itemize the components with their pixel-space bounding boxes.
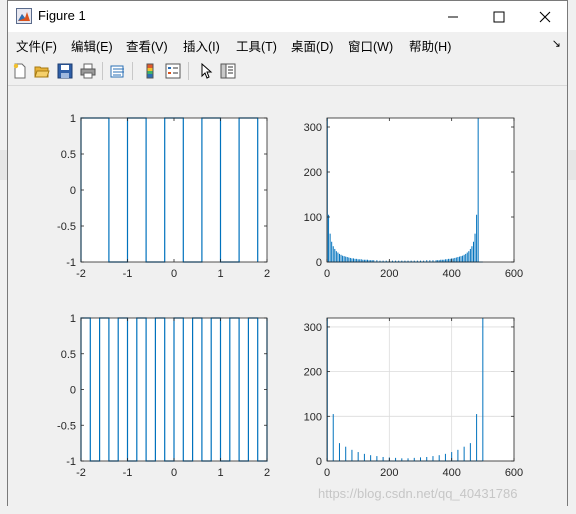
close-button[interactable] [522, 1, 568, 32]
x-tick-label: 0 [324, 467, 330, 479]
open-file-icon [34, 66, 50, 78]
plot-area [327, 118, 514, 262]
axes-2: 0 200 400 600 0 100 200 300 [304, 117, 523, 280]
y-tick-label: 1 [70, 113, 76, 125]
x-tick-label: -2 [76, 268, 86, 280]
background-strip-left [0, 150, 7, 180]
link-plot-button[interactable] [108, 61, 128, 81]
menu-dock-arrow[interactable]: ↘ [552, 37, 561, 50]
figure-canvas: -2 -1 0 1 2 -1 -0.5 0 0.5 1 0 200 400 600 0 100 200 300 … [8, 86, 567, 506]
x-tick-label: 600 [505, 268, 523, 280]
maximize-button[interactable] [476, 1, 522, 32]
menu-window[interactable]: 窗口(W) [348, 36, 393, 55]
x-tick-label: 2 [264, 467, 270, 479]
x-tick-label: 1 [217, 268, 223, 280]
menu-insert[interactable]: 插入(I) [183, 36, 220, 55]
axes-4: 0 200 400 600 0 100 200 300 [304, 317, 523, 479]
colorbar-button[interactable] [140, 61, 160, 81]
x-tick-label: 0 [324, 268, 330, 280]
edit-plot-icon [201, 63, 213, 79]
x-tick-label: 0 [171, 467, 177, 479]
toolbar-separator [102, 62, 103, 80]
x-tick-label: 200 [380, 467, 398, 479]
print-icon [80, 63, 96, 79]
y-tick-label: 100 [304, 212, 322, 224]
y-tick-label: -0.5 [57, 221, 76, 233]
toolbar-separator [132, 62, 133, 80]
property-inspector-icon [220, 63, 236, 79]
y-tick-label: -1 [66, 257, 76, 269]
colorbar-icon [146, 63, 154, 79]
watermark-text: https://blog.csdn.net/qq_40431786 [318, 486, 518, 501]
toolbar [8, 57, 567, 86]
new-figure-button[interactable] [10, 61, 30, 81]
x-tick-label: 200 [380, 268, 398, 280]
x-tick-label: 600 [505, 467, 523, 479]
figure-window: Figure 1 文件(F) 编辑(E) 查看(V) 插入(I) 工具(T) 桌… [7, 0, 568, 506]
background-strip-right [568, 150, 576, 180]
minimize-icon [448, 16, 458, 17]
x-tick-label: 400 [442, 467, 460, 479]
matlab-figure-icon [16, 8, 32, 24]
property-inspector-button[interactable] [218, 61, 238, 81]
print-button[interactable] [78, 61, 98, 81]
x-tick-label: 0 [171, 268, 177, 280]
legend-button[interactable] [163, 61, 183, 81]
legend-icon [165, 63, 181, 79]
y-tick-label: 0.5 [61, 149, 76, 161]
y-tick-label: 0 [316, 456, 322, 468]
axes-3: -2 -1 0 1 2-1-0.500.51 [57, 313, 270, 479]
x-tick-label: 2 [264, 268, 270, 280]
series-line [80, 317, 268, 462]
axes-1: -2 -1 0 1 2-1-0.500.51 [57, 113, 270, 280]
new-figure-icon [13, 63, 26, 79]
y-tick-label: 1 [70, 313, 76, 325]
x-tick-label: 400 [442, 268, 460, 280]
y-tick-label: 100 [304, 411, 322, 423]
menu-bar: 文件(F) 编辑(E) 查看(V) 插入(I) 工具(T) 桌面(D) 窗口(W… [8, 33, 567, 55]
title-bar: Figure 1 [8, 1, 567, 32]
y-tick-label: 0 [70, 185, 76, 197]
y-tick-label: 0.5 [61, 349, 76, 361]
menu-edit[interactable]: 编辑(E) [71, 36, 113, 55]
menu-view[interactable]: 查看(V) [126, 36, 168, 55]
save-icon [57, 63, 73, 79]
menu-desktop[interactable]: 桌面(D) [291, 36, 333, 55]
y-tick-label: -0.5 [57, 420, 76, 432]
toolbar-separator [188, 62, 189, 80]
y-tick-label: 0 [316, 257, 322, 269]
plot-area [327, 318, 514, 461]
menu-tools[interactable]: 工具(T) [236, 36, 277, 55]
open-file-button[interactable] [32, 61, 52, 81]
save-button[interactable] [55, 61, 75, 81]
y-tick-label: -1 [66, 456, 76, 468]
x-tick-label: -1 [123, 467, 133, 479]
minimize-button[interactable] [430, 1, 476, 32]
y-tick-label: 200 [304, 167, 322, 179]
plots-svg: -2 -1 0 1 2-1-0.500.51 0 200 400 6000100200300 … [57, 113, 523, 479]
edit-plot-button[interactable] [196, 61, 216, 81]
y-tick-label: 0 [70, 385, 76, 397]
x-tick-label: 1 [217, 467, 223, 479]
x-tick-label: -1 [123, 268, 133, 280]
window-title: Figure 1 [38, 8, 86, 23]
menu-file[interactable]: 文件(F) [16, 36, 57, 55]
x-tick-label: -2 [76, 467, 86, 479]
y-tick-label: 200 [304, 367, 322, 379]
link-plot-icon [110, 65, 124, 78]
y-tick-label: 300 [304, 322, 322, 334]
maximize-icon [493, 11, 505, 22]
menu-help[interactable]: 帮助(H) [409, 36, 451, 55]
y-tick-label: 300 [304, 122, 322, 134]
close-icon [539, 11, 551, 22]
